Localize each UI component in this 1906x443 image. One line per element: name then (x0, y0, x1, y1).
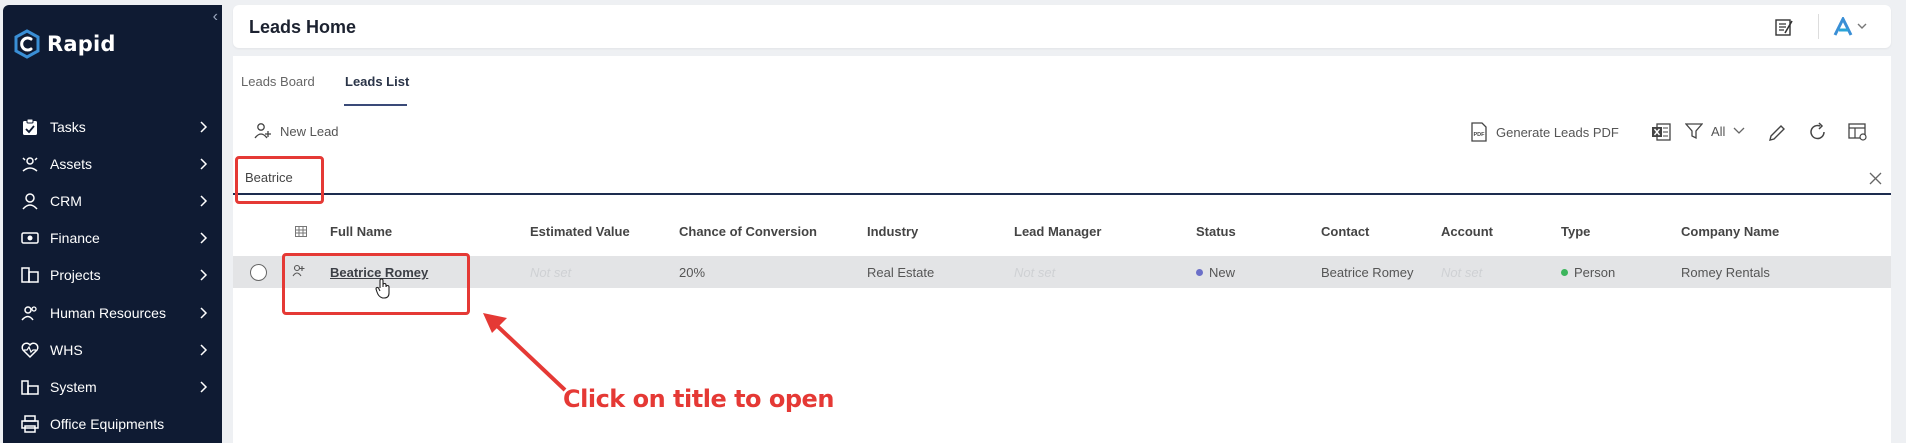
logo-text: Rapid (47, 32, 116, 56)
sidebar-item-projects[interactable]: Projects (3, 257, 222, 294)
people-icon (21, 304, 39, 322)
sidebar-item-crm[interactable]: CRM (3, 182, 222, 219)
column-settings-icon[interactable] (1848, 123, 1868, 141)
excel-export-icon[interactable] (1651, 123, 1671, 141)
column-header-estimated-value[interactable]: Estimated Value (530, 224, 630, 239)
tab-leads-list[interactable]: Leads List (345, 74, 409, 89)
printer-icon (21, 415, 39, 433)
cell-contact[interactable]: Beatrice Romey (1321, 265, 1413, 280)
add-user-icon (254, 123, 271, 139)
cell-chance-of-conversion: 20% (679, 265, 706, 280)
sidebar-item-label: Office Equipments (50, 416, 165, 433)
sidebar-nav: Tasks Assets CRM Finance Projects Human … (3, 108, 222, 443)
cell-type: Person (1561, 265, 1615, 280)
clipboard-icon (21, 118, 39, 136)
status-dot (1196, 269, 1203, 276)
chevron-right-icon (200, 232, 208, 244)
svg-text:PDF: PDF (1474, 132, 1486, 138)
chevron-right-icon (200, 121, 208, 133)
new-lead-button[interactable]: New Lead (253, 122, 339, 140)
column-header-contact[interactable]: Contact (1321, 224, 1369, 239)
sidebar-item-assets[interactable]: Assets (3, 145, 222, 182)
status-badge: New (1209, 265, 1236, 280)
filter-value: All (1711, 123, 1726, 139)
column-header-full-name[interactable]: Full Name (330, 224, 392, 239)
chevron-right-icon (200, 269, 208, 281)
table-grid-icon[interactable] (295, 226, 307, 237)
page-title: Leads Home (249, 17, 357, 37)
cash-icon (21, 229, 39, 247)
rapid-logo-icon (14, 29, 40, 59)
sidebar-item-human-resources[interactable]: Human Resources (3, 294, 222, 331)
pdf-icon: PDF (1471, 122, 1487, 142)
filter-dropdown[interactable]: All (1685, 122, 1745, 140)
chevron-right-icon (200, 307, 208, 319)
column-header-type[interactable]: Type (1561, 224, 1590, 239)
column-header-status[interactable]: Status (1196, 224, 1236, 239)
search-highlight-box (235, 156, 324, 204)
cell-status: New (1196, 265, 1235, 280)
type-label: Person (1574, 265, 1616, 280)
sidebar-item-system[interactable]: System (3, 368, 222, 405)
hand-cursor-icon (375, 278, 390, 299)
row-select-radio[interactable] (250, 264, 267, 281)
filter-icon (1685, 123, 1703, 140)
projects-icon (21, 266, 39, 284)
sidebar-item-office-equipments[interactable]: Office Equipments (3, 406, 222, 443)
column-header-industry[interactable]: Industry (867, 224, 918, 239)
column-header-company-name[interactable]: Company Name (1681, 224, 1779, 239)
refresh-icon[interactable] (1808, 122, 1828, 142)
chevron-right-icon (200, 195, 208, 207)
sidebar-item-tasks[interactable]: Tasks (3, 108, 222, 145)
user-icon (21, 192, 39, 210)
column-header-chance-of-conversion[interactable]: Chance of Conversion (679, 224, 817, 239)
column-header-lead-manager[interactable]: Lead Manager (1014, 224, 1101, 239)
main-panel: Leads Board Leads List New Lead PDF Gene… (233, 56, 1891, 443)
sidebar-item-label: System (50, 378, 97, 395)
chevron-down-icon (1733, 127, 1745, 134)
sidebar-item-label: Assets (50, 155, 93, 172)
top-header: Leads Home (233, 5, 1891, 48)
generate-pdf-button[interactable]: PDF Generate Leads PDF (1470, 122, 1619, 142)
notes-icon[interactable] (1774, 17, 1794, 37)
generate-pdf-label: Generate Leads PDF (1496, 124, 1619, 140)
chevron-right-icon (200, 381, 208, 393)
account-menu-icon[interactable] (1833, 17, 1871, 37)
close-icon[interactable] (1869, 172, 1882, 185)
sidebar-item-label: Projects (50, 267, 101, 284)
sidebar-item-label: Finance (50, 230, 100, 247)
search-underline (233, 193, 1891, 195)
sidebar-item-label: WHS (50, 341, 83, 358)
cell-account: Not set (1441, 265, 1483, 280)
chevron-right-icon (200, 158, 208, 170)
cell-estimated-value: Not set (530, 265, 572, 280)
cell-industry: Real Estate (867, 265, 935, 280)
heart-pulse-icon (21, 341, 39, 359)
annotation-text: Click on title to open (563, 385, 834, 413)
assets-icon (21, 155, 39, 173)
edit-icon[interactable] (1767, 123, 1787, 143)
cell-lead-manager: Not set (1014, 265, 1056, 280)
tab-leads-board[interactable]: Leads Board (241, 74, 315, 89)
sidebar-item-finance[interactable]: Finance (3, 220, 222, 257)
sidebar: ‹ Rapid Tasks Assets CRM Finance Project… (3, 5, 222, 443)
system-icon (21, 378, 39, 396)
type-dot (1561, 269, 1568, 276)
cell-company-name: Romey Rentals (1681, 265, 1770, 280)
new-lead-label: New Lead (280, 123, 339, 139)
sidebar-item-label: Human Resources (50, 304, 166, 321)
active-tab-indicator (344, 104, 407, 106)
column-header-account[interactable]: Account (1441, 224, 1493, 239)
chevron-right-icon (200, 344, 208, 356)
header-divider (1818, 14, 1819, 39)
logo: Rapid (13, 29, 116, 59)
collapse-sidebar-icon[interactable]: ‹ (213, 9, 218, 25)
table-row[interactable]: Beatrice Romey Not set 20% Real Estate N… (233, 256, 1891, 288)
sidebar-item-whs[interactable]: WHS (3, 331, 222, 368)
sidebar-item-label: Tasks (50, 118, 86, 135)
sidebar-item-label: CRM (50, 192, 82, 209)
